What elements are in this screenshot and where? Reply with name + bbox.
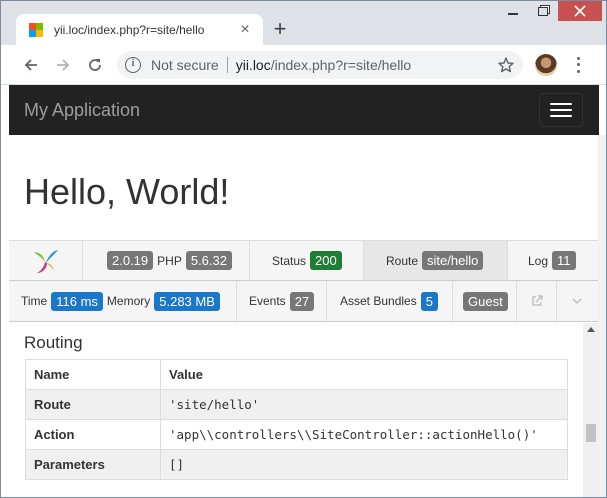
events-label: Events xyxy=(249,294,286,308)
php-label: PHP xyxy=(157,253,182,268)
new-tab-button[interactable]: + xyxy=(269,18,291,41)
table-row: Route 'site/hello' xyxy=(25,389,568,420)
tab-title: yii.loc/index.php?r=site/hello xyxy=(54,23,205,37)
restore-icon xyxy=(538,6,548,16)
scrollbar-thumb[interactable] xyxy=(586,424,596,442)
tab-close-icon[interactable]: × xyxy=(235,20,255,40)
info-icon[interactable]: i xyxy=(125,57,141,73)
debug-toolbar-row-1: 2.0.19 PHP 5.6.32 Status 200 Route site/… xyxy=(9,240,599,281)
events-block[interactable]: Events 27 xyxy=(237,281,327,321)
browser-menu-icon[interactable] xyxy=(571,55,585,75)
hamburger-icon-bar xyxy=(550,103,572,105)
chevron-down-icon xyxy=(572,298,582,304)
panel-title: Routing xyxy=(24,333,83,352)
memory-label: Memory xyxy=(106,294,151,308)
reload-button[interactable] xyxy=(83,53,107,77)
back-button[interactable] xyxy=(19,53,43,77)
status-badge: 200 xyxy=(310,251,342,270)
debug-toolbar: 2.0.19 PHP 5.6.32 Status 200 Route site/… xyxy=(9,240,599,322)
log-badge: 11 xyxy=(552,251,576,270)
row-value: [] xyxy=(160,449,568,480)
back-arrow-icon xyxy=(24,59,37,71)
yii-logo-icon xyxy=(33,249,58,273)
yii-logo-block[interactable] xyxy=(9,241,83,280)
routing-table: Name Value Route 'site/hello' Action 'ap… xyxy=(25,359,568,480)
asset-bundles-label: Asset Bundles xyxy=(340,294,417,308)
bookmark-star-icon[interactable] xyxy=(497,56,515,74)
table-row: Parameters [] xyxy=(25,449,568,480)
row-value: 'site/hello' xyxy=(160,389,568,420)
column-header-name: Name xyxy=(25,359,161,390)
browser-toolbar: i Not secure yii.loc/index.php?r=site/he… xyxy=(1,45,606,85)
title-bar: yii.loc/index.php?r=site/hello × + xyxy=(1,1,606,46)
maximize-button[interactable] xyxy=(528,1,558,21)
debug-toolbar-row-2: Time 116 ms Memory 5.283 MB Events 27 As… xyxy=(9,281,599,322)
time-label: Time xyxy=(21,294,48,308)
asset-bundles-badge: 5 xyxy=(420,291,438,311)
panel-scrollbar[interactable] xyxy=(583,323,599,497)
events-badge: 27 xyxy=(289,291,315,311)
window-controls xyxy=(498,1,602,21)
app-navbar: My Application xyxy=(9,85,599,135)
column-header-value: Value xyxy=(160,359,568,390)
omnibox-separator xyxy=(226,57,228,73)
route-label: Route xyxy=(386,253,419,268)
row-name: Action xyxy=(25,419,161,450)
scroll-up-icon[interactable] xyxy=(587,327,595,332)
page-viewport: My Application Hello, World! 2.0.19 PHP … xyxy=(1,85,606,497)
profile-avatar[interactable] xyxy=(535,54,557,76)
table-header-row: Name Value xyxy=(25,359,568,390)
user-block[interactable]: Guest xyxy=(453,281,517,321)
user-badge: Guest xyxy=(463,291,508,311)
page-scrollbar[interactable] xyxy=(598,135,606,497)
status-block[interactable]: Status 200 xyxy=(250,241,364,280)
php-version-badge: 5.6.32 xyxy=(185,251,232,270)
reload-icon xyxy=(89,59,101,71)
url-host: yii.loc xyxy=(235,57,271,73)
hamburger-icon-bar xyxy=(550,109,572,111)
browser-tab[interactable]: yii.loc/index.php?r=site/hello × xyxy=(16,14,263,46)
yii-version-badge: 2.0.19 xyxy=(107,251,154,270)
log-block[interactable]: Log 11 xyxy=(508,241,590,280)
open-external-button[interactable] xyxy=(517,281,557,321)
hamburger-icon-bar xyxy=(550,115,572,117)
navbar-toggle-button[interactable] xyxy=(539,93,583,127)
security-label: Not secure xyxy=(151,57,219,73)
route-block[interactable]: Route site/hello xyxy=(364,241,508,280)
external-link-icon xyxy=(531,295,543,306)
brand-link[interactable]: My Application xyxy=(24,100,140,121)
asset-bundles-block[interactable]: Asset Bundles 5 xyxy=(327,281,453,321)
route-badge: site/hello xyxy=(422,251,484,270)
url-path: /index.php?r=site/hello xyxy=(270,57,412,73)
debug-panel: Routing Name Value Route 'site/hello' Ac… xyxy=(9,323,599,497)
memory-badge: 5.283 MB xyxy=(154,291,220,311)
collapse-toolbar-button[interactable] xyxy=(557,281,597,321)
row-value: 'app\\controllers\\SiteController::actio… xyxy=(160,419,568,450)
address-bar[interactable]: i Not secure yii.loc/index.php?r=site/he… xyxy=(117,51,523,79)
time-memory-block[interactable]: Time 116 ms Memory 5.283 MB xyxy=(9,281,237,321)
browser-window: yii.loc/index.php?r=site/hello × + i Not… xyxy=(0,0,607,498)
minimize-icon xyxy=(508,13,518,15)
close-icon xyxy=(574,5,586,17)
version-block[interactable]: 2.0.19 PHP 5.6.32 xyxy=(83,241,250,280)
table-row: Action 'app\\controllers\\SiteController… xyxy=(25,419,568,450)
time-badge: 116 ms xyxy=(51,291,103,311)
row-name: Route xyxy=(25,389,161,420)
favicon-icon xyxy=(29,23,43,37)
close-window-button[interactable] xyxy=(558,1,602,21)
log-label: Log xyxy=(528,253,549,268)
minimize-button[interactable] xyxy=(498,1,528,21)
row-name: Parameters xyxy=(25,449,161,480)
page-heading: Hello, World! xyxy=(24,171,230,212)
status-label: Status xyxy=(272,253,307,268)
forward-arrow-icon xyxy=(57,59,70,71)
debug-panel-content: Routing Name Value Route 'site/hello' Ac… xyxy=(9,323,583,497)
forward-button[interactable] xyxy=(51,53,75,77)
